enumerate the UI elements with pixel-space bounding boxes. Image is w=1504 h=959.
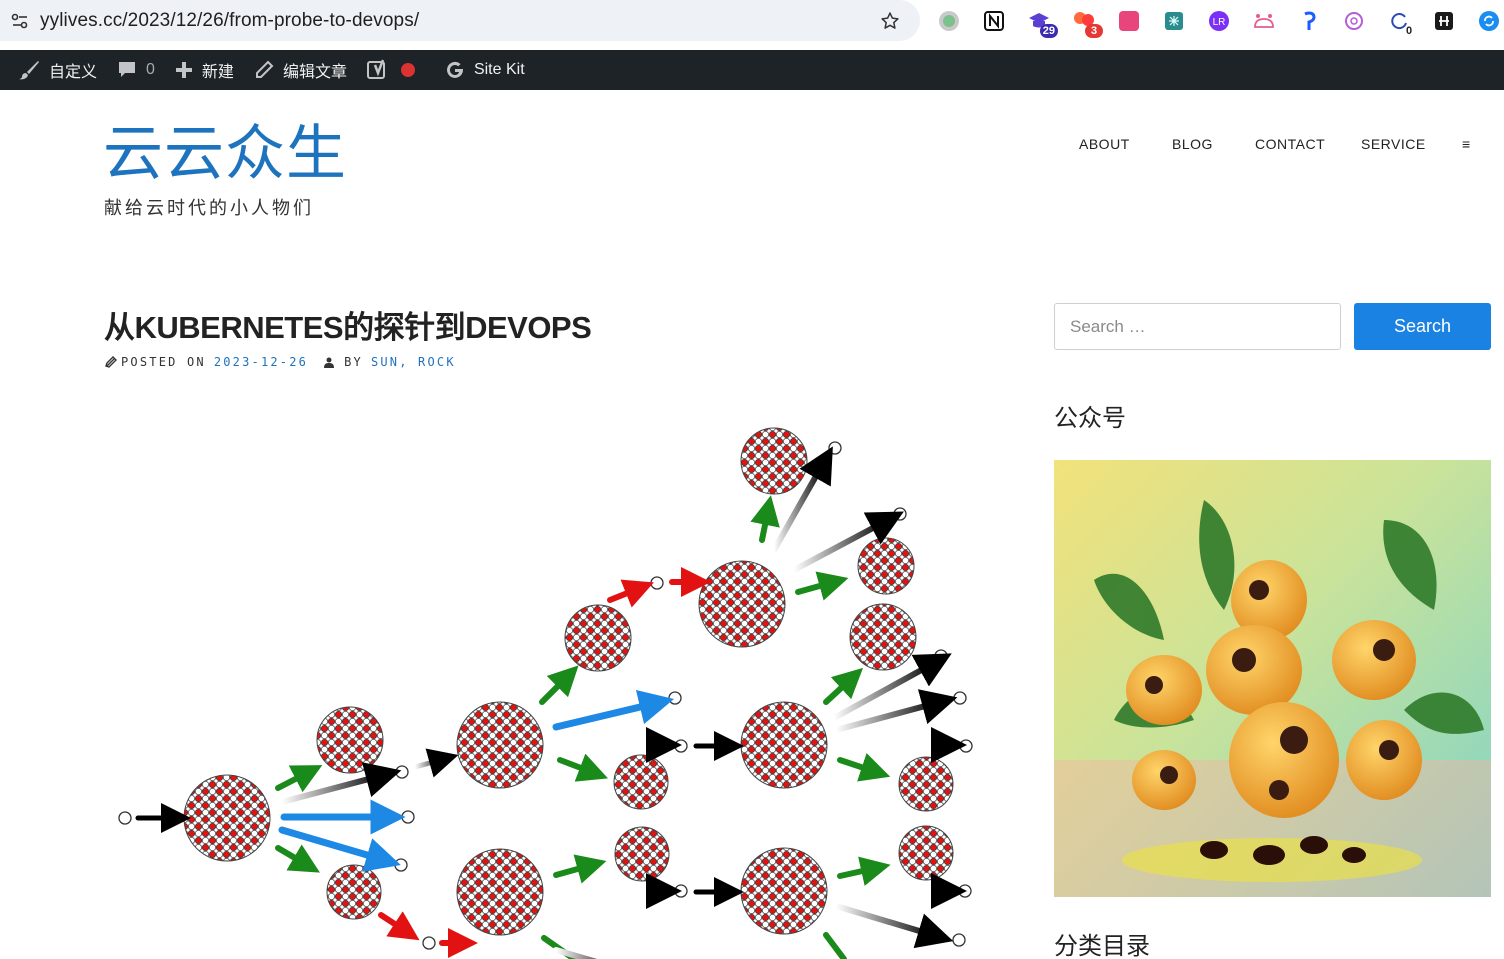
site-title[interactable]: 云云众生 — [103, 124, 347, 184]
site-kit-label: Site Kit — [473, 61, 525, 78]
comments-link[interactable]: 0 — [117, 50, 155, 90]
graduation-cap-icon[interactable]: 29 — [1024, 6, 1058, 38]
posted-on-label: POSTED ON — [121, 355, 206, 369]
menu-toggle-icon[interactable]: ≡ — [1462, 136, 1471, 152]
translate-icon[interactable] — [1114, 6, 1144, 36]
refresh-icon[interactable]: 0 — [1384, 6, 1414, 37]
extensions-toolbar: 29 3 LR 0 — [934, 4, 1504, 38]
comment-icon — [119, 62, 136, 77]
clock-icon — [105, 355, 117, 368]
site-description: 献给云时代的小人物们 — [104, 198, 314, 219]
openai-icon[interactable] — [1339, 6, 1369, 36]
widget-title-wechat: 公众号 — [1054, 404, 1126, 432]
customize-label: 自定义 — [49, 64, 98, 81]
notion-icon[interactable] — [979, 6, 1009, 36]
new-content-link[interactable]: 新建 — [175, 50, 234, 90]
new-label: 新建 — [201, 64, 234, 81]
post-meta: POSTED ON 2023-12-26 BY SUN, ROCK — [104, 355, 456, 369]
search-button[interactable]: Search — [1354, 303, 1491, 350]
bookmark-star-icon[interactable] — [860, 11, 920, 31]
by-label: BY — [344, 355, 363, 369]
nav-item-blog[interactable]: BLOG — [1172, 136, 1213, 152]
bubbles-icon[interactable]: 3 — [1069, 6, 1103, 38]
google-g-icon — [446, 61, 463, 78]
yoast-seo-link[interactable] — [366, 50, 425, 90]
brain-icon[interactable] — [1159, 6, 1189, 36]
crown-icon[interactable] — [1249, 6, 1279, 36]
reaction-arrows — [135, 446, 967, 959]
site-info-icon[interactable] — [0, 0, 40, 41]
circle-gray-icon[interactable] — [934, 6, 964, 36]
address-bar[interactable]: yylives.cc/2023/12/26/from-probe-to-devo… — [0, 0, 920, 41]
featured-image — [118, 427, 973, 959]
nav-item-about[interactable]: ABOUT — [1079, 136, 1130, 152]
yoast-icon — [366, 59, 385, 79]
hashnode-icon[interactable] — [1429, 6, 1459, 36]
widget-title-categories: 分类目录 — [1054, 932, 1150, 959]
customize-link[interactable]: 自定义 — [18, 50, 97, 90]
url-text[interactable]: yylives.cc/2023/12/26/from-probe-to-devo… — [40, 10, 860, 32]
plus-icon — [175, 62, 192, 78]
nav-item-service[interactable]: SERVICE — [1361, 136, 1426, 152]
user-icon — [324, 357, 335, 368]
sync-icon[interactable] — [1474, 6, 1504, 36]
wechat-qr-illustration — [1054, 460, 1491, 897]
post-title: 从KUBERNETES的探针到DEVOPS — [104, 310, 592, 345]
badge-count: 0 — [1405, 25, 1413, 37]
browser-toolbar: yylives.cc/2023/12/26/from-probe-to-devo… — [0, 0, 1504, 50]
brush-icon — [19, 61, 39, 80]
seo-status-dot-icon — [400, 63, 415, 77]
lr-icon[interactable]: LR — [1204, 6, 1234, 36]
post-date-link[interactable]: 2023-12-26 — [214, 355, 308, 369]
paragraph-icon[interactable] — [1294, 6, 1324, 36]
badge-count: 3 — [1085, 24, 1103, 38]
comments-count: 0 — [146, 61, 155, 78]
nav-item-contact[interactable]: CONTACT — [1255, 136, 1325, 152]
edit-post-link[interactable]: 编辑文章 — [254, 50, 347, 90]
edit-label: 编辑文章 — [282, 64, 347, 81]
author-link[interactable]: SUN, ROCK — [371, 355, 456, 369]
svg-text:LR: LR — [1213, 17, 1226, 28]
badge-count: 29 — [1039, 24, 1058, 38]
search-input[interactable] — [1054, 303, 1341, 350]
pencil-icon — [255, 60, 274, 78]
wp-admin-bar: 自定义 0 新建 编辑文章 Site Kit — [0, 50, 1504, 90]
site-kit-link[interactable]: Site Kit — [445, 50, 525, 90]
